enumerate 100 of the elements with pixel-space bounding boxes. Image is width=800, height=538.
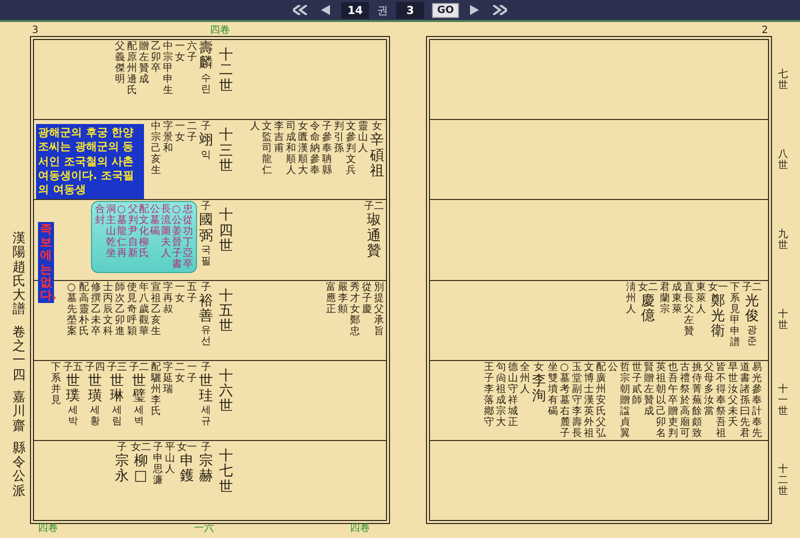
relation-label: 子三 bbox=[107, 362, 127, 373]
note-text: 下系見甲申譜 bbox=[730, 282, 740, 348]
note-text: 父母多汝當 bbox=[704, 362, 714, 417]
note-text: 富應正 bbox=[326, 282, 336, 315]
note-text: 師次乙卯進 bbox=[115, 282, 125, 337]
note-text: 早世汝父未夭 bbox=[728, 362, 738, 428]
person-name: 宗赫 bbox=[199, 454, 213, 485]
volume-mark: 四卷 bbox=[210, 26, 230, 36]
children-count: 一女 bbox=[175, 282, 185, 304]
volume-field[interactable]: 14 bbox=[341, 2, 370, 18]
children-count: 二子 bbox=[187, 121, 197, 144]
children-count: 一子 bbox=[187, 362, 197, 384]
person-name: 慶億 bbox=[641, 294, 655, 324]
note-text: 中宗己亥生 bbox=[151, 121, 161, 176]
annotation-text: 광해군의 후궁 한양조씨는 광해군의 동서인 조국철의 사촌 여동생이다. 조국필의 여동생 bbox=[36, 124, 144, 200]
note-text: 字景和 bbox=[163, 121, 173, 154]
note-text: 玉堂副守李壽長 bbox=[572, 362, 582, 439]
children-count: 一女 bbox=[175, 41, 185, 63]
note-text: 文博士漢英外祖 bbox=[584, 362, 594, 439]
generation-label: 十五世 bbox=[219, 288, 233, 336]
generation-label: 十二世 bbox=[778, 464, 788, 496]
note-text: 王子李落鄕守 bbox=[484, 362, 494, 428]
book-title: 嘉川齋 bbox=[12, 390, 26, 434]
person-name: 裕善 bbox=[199, 294, 213, 324]
note-text: 東萊人 bbox=[696, 282, 706, 315]
note-text: 成東萊 bbox=[672, 282, 682, 315]
note-text: ○公姜晉子書 bbox=[172, 204, 182, 270]
name-reading: 세규 bbox=[201, 405, 211, 428]
person-name: 世琳 bbox=[110, 374, 124, 404]
double-arrow-left-icon bbox=[293, 5, 308, 15]
person-name: 世璜 bbox=[88, 374, 102, 404]
relation-label: 子 bbox=[201, 282, 211, 293]
person-name: 光俊 bbox=[745, 294, 759, 324]
note-text: 合封 bbox=[95, 204, 105, 228]
relation-label: 子 bbox=[201, 121, 211, 132]
page-number: 3 bbox=[32, 26, 38, 36]
person-name: 辛碩祖 bbox=[370, 133, 384, 180]
note-text: 忠從功丁亞卒 bbox=[183, 204, 193, 270]
person-name: 琡通贊 bbox=[367, 213, 381, 260]
note-text: 嚴李頫 bbox=[338, 282, 348, 315]
name-reading: 세황 bbox=[90, 405, 100, 428]
book-title: 縣令公派 bbox=[12, 442, 26, 500]
note-text: 公 bbox=[608, 362, 618, 373]
note-text: 淸州人 bbox=[626, 282, 636, 315]
relation-label: 子五 bbox=[63, 362, 83, 373]
generation-label: 十七世 bbox=[219, 448, 233, 497]
double-arrow-right-icon bbox=[492, 5, 507, 15]
person-name: 壽麟 bbox=[199, 41, 213, 72]
note-text: 李吉甫 bbox=[274, 121, 284, 154]
note-text: 靈山人 bbox=[358, 121, 368, 154]
note-text: 英祖朝以己卯名 bbox=[656, 362, 666, 439]
person-name: 鄭光衛 bbox=[711, 294, 725, 340]
name-reading: 광준 bbox=[747, 325, 757, 348]
person-name: 翊 bbox=[199, 133, 213, 149]
relation-label: 女一 bbox=[177, 442, 197, 453]
name-reading: 국필 bbox=[201, 245, 211, 268]
page-field[interactable]: 3 bbox=[396, 2, 424, 18]
note-text: 賢贈左贊成 bbox=[644, 362, 654, 417]
note-text: 哲宗朝贈諡貞翼 bbox=[620, 362, 630, 439]
book-title: 卷之一四 bbox=[12, 326, 26, 383]
children-count: 五子 bbox=[187, 282, 197, 304]
person-name: 世璧 bbox=[132, 374, 146, 404]
name-reading: 익 bbox=[201, 150, 211, 161]
generation-label: 十一世 bbox=[778, 384, 788, 416]
person-name: 申鑊 bbox=[180, 454, 194, 485]
name-reading: 세벽 bbox=[134, 405, 144, 428]
generation-label: 十四世 bbox=[219, 208, 233, 256]
note-text: 句尙祖成宗大 bbox=[496, 362, 506, 428]
note-text: 配文化柳氏 bbox=[139, 204, 149, 262]
note-text: 修撰乙未卒 bbox=[91, 282, 101, 337]
note-text: 使見奇呼穎 bbox=[127, 282, 137, 337]
volume-mark: 四卷 bbox=[350, 524, 370, 536]
note-text: 別提父承旨 bbox=[374, 282, 384, 337]
relation-label: 子 bbox=[117, 442, 127, 453]
relation-label: 子 bbox=[201, 362, 211, 373]
name-reading: 유선 bbox=[201, 325, 211, 348]
person-name: 世璞 bbox=[66, 374, 80, 404]
page-number: 2 bbox=[762, 26, 768, 36]
volume-mark: 四卷 bbox=[38, 524, 58, 536]
note-text: 配廣州安氏父弘 bbox=[596, 362, 606, 439]
note-text: 平山人 bbox=[165, 442, 175, 475]
triangle-left-icon bbox=[321, 5, 330, 15]
note-text: 道書諸孫曰先君 bbox=[740, 362, 750, 439]
note-text: 坐雙墳有碣 bbox=[548, 362, 558, 417]
note-text: 配原州邊氏 bbox=[127, 41, 137, 96]
note-text: 秀才女鄭忠 bbox=[350, 282, 360, 337]
note-text: 洞主山乾坐 bbox=[106, 204, 116, 262]
relation-label: 子二 bbox=[364, 201, 384, 212]
note-text: 皆不得奉祭吾祖 bbox=[716, 362, 726, 439]
relation-label: 女二 bbox=[131, 442, 151, 453]
note-text: 年八歲觀華 bbox=[139, 282, 149, 337]
person-name: 世珪 bbox=[199, 374, 213, 404]
note-text: 女匱漢順大 bbox=[298, 121, 308, 176]
note-text: 父義傑明 bbox=[115, 41, 125, 85]
go-button[interactable]: GO bbox=[432, 2, 459, 18]
note-text: 字延瑞 bbox=[163, 362, 173, 395]
volume-mark: 一六 bbox=[194, 524, 214, 536]
note-text: 從子慶 bbox=[362, 282, 372, 315]
name-reading: 세박 bbox=[68, 405, 78, 428]
relation-label: 子 bbox=[201, 442, 211, 453]
